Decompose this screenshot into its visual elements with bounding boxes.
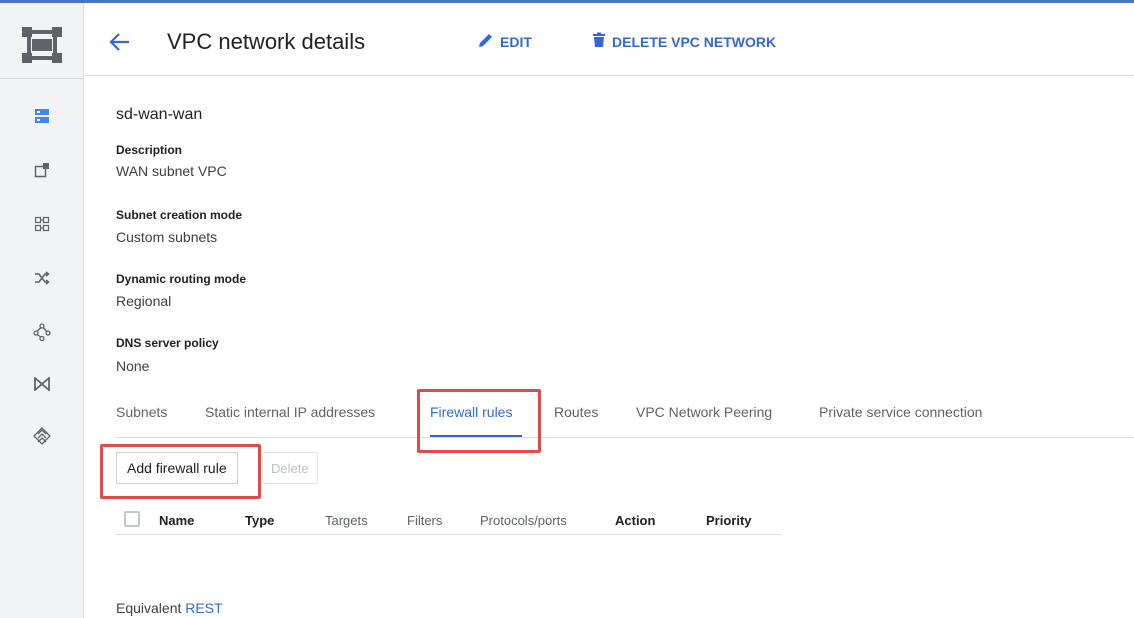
left-nav-rail — [0, 3, 84, 618]
dynamic-routing-mode-label: Dynamic routing mode — [116, 272, 247, 286]
main-content: sd-wan-wan Description WAN subnet VPC Su… — [116, 0, 1134, 618]
rail-divider — [0, 78, 84, 79]
firewall-icon[interactable] — [22, 204, 62, 244]
subnet-creation-mode-value: Custom subnets — [116, 229, 218, 245]
column-header-priority[interactable]: Priority — [706, 513, 752, 528]
tab-subnets[interactable]: Subnets — [116, 404, 167, 420]
description-label: Description — [116, 143, 183, 157]
delete-rule-button: Delete — [262, 452, 318, 484]
external-ip-addresses-icon[interactable] — [22, 150, 62, 190]
dynamic-routing-mode-value: Regional — [116, 293, 172, 309]
column-header-protocols-ports[interactable]: Protocols/ports — [480, 513, 567, 528]
column-header-name[interactable]: Name — [159, 513, 194, 528]
column-header-targets[interactable]: Targets — [325, 513, 368, 528]
dns-server-policy-value: None — [116, 358, 150, 374]
serverless-vpc-access-icon[interactable] — [22, 416, 62, 456]
dns-server-policy-label: DNS server policy — [116, 336, 219, 350]
firewall-rules-table-header: Name Type Targets Filters Protocols/port… — [116, 507, 781, 535]
rest-link[interactable]: REST — [185, 600, 222, 616]
select-all-checkbox[interactable] — [124, 511, 140, 527]
routes-icon[interactable] — [22, 258, 62, 298]
add-firewall-rule-highlight — [100, 444, 261, 499]
vpc-peering-icon[interactable] — [22, 312, 62, 352]
tab-private-service-connection[interactable]: Private service connection — [819, 404, 982, 420]
equivalent-label: Equivalent — [116, 600, 182, 616]
column-header-action[interactable]: Action — [615, 513, 655, 528]
tab-bar: Subnets Static internal IP addresses Fir… — [116, 402, 1134, 438]
tab-vpc-network-peering[interactable]: VPC Network Peering — [636, 404, 772, 420]
description-value: WAN subnet VPC — [116, 163, 227, 179]
firewall-rules-tab-highlight — [417, 389, 541, 453]
subnet-creation-mode-label: Subnet creation mode — [116, 208, 243, 222]
tab-static-internal-ip-addresses[interactable]: Static internal IP addresses — [205, 404, 375, 420]
tab-routes[interactable]: Routes — [554, 404, 598, 420]
network-name: sd-wan-wan — [116, 106, 203, 123]
column-header-filters[interactable]: Filters — [407, 513, 442, 528]
equivalent-rest: Equivalent REST — [116, 600, 223, 616]
vpc-network-logo-icon[interactable] — [20, 25, 64, 65]
column-header-type[interactable]: Type — [245, 513, 274, 528]
vpc-networks-icon[interactable] — [22, 96, 62, 136]
shared-vpc-icon[interactable] — [22, 364, 62, 404]
